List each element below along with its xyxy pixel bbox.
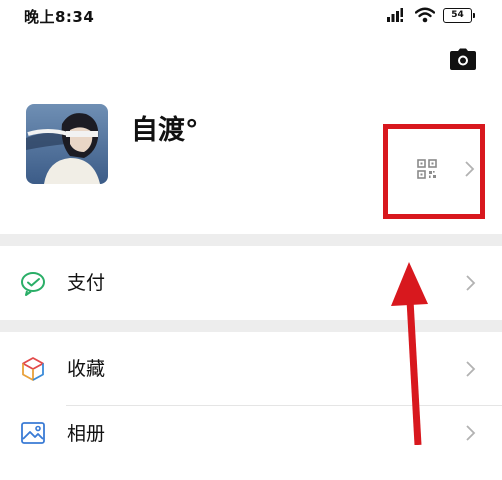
camera-icon — [450, 48, 476, 70]
menu-item-album[interactable]: 相册 — [0, 406, 502, 480]
section-separator — [0, 234, 502, 246]
section-separator — [0, 320, 502, 332]
avatar[interactable] — [26, 104, 108, 184]
status-time: 晚上8:34 — [24, 8, 95, 26]
camera-button[interactable] — [450, 48, 476, 70]
favorites-cube-icon — [22, 357, 44, 381]
wifi-icon — [415, 7, 435, 23]
signal-icon — [387, 8, 403, 22]
battery-icon: 54 — [443, 7, 475, 23]
chevron-right-icon — [466, 275, 476, 291]
menu-item-favorites-label: 收藏 — [67, 358, 106, 380]
avatar-image — [26, 104, 108, 184]
chevron-right-icon — [466, 361, 476, 377]
menu-item-album-label: 相册 — [67, 423, 106, 445]
menu-item-favorites[interactable]: 收藏 — [0, 332, 502, 406]
battery-level: 54 — [451, 9, 464, 20]
status-bar: 晚上8:34 54 — [0, 0, 502, 34]
menu-item-pay[interactable]: 支付 — [0, 246, 502, 320]
menu-item-pay-label: 支付 — [67, 272, 106, 294]
photo-album-icon — [21, 422, 45, 444]
chevron-right-icon — [466, 425, 476, 441]
nickname: 自渡° — [131, 115, 199, 146]
wechat-pay-icon — [21, 272, 45, 296]
annotation-highlight-box — [383, 124, 485, 219]
status-icons: 54 — [387, 5, 475, 25]
